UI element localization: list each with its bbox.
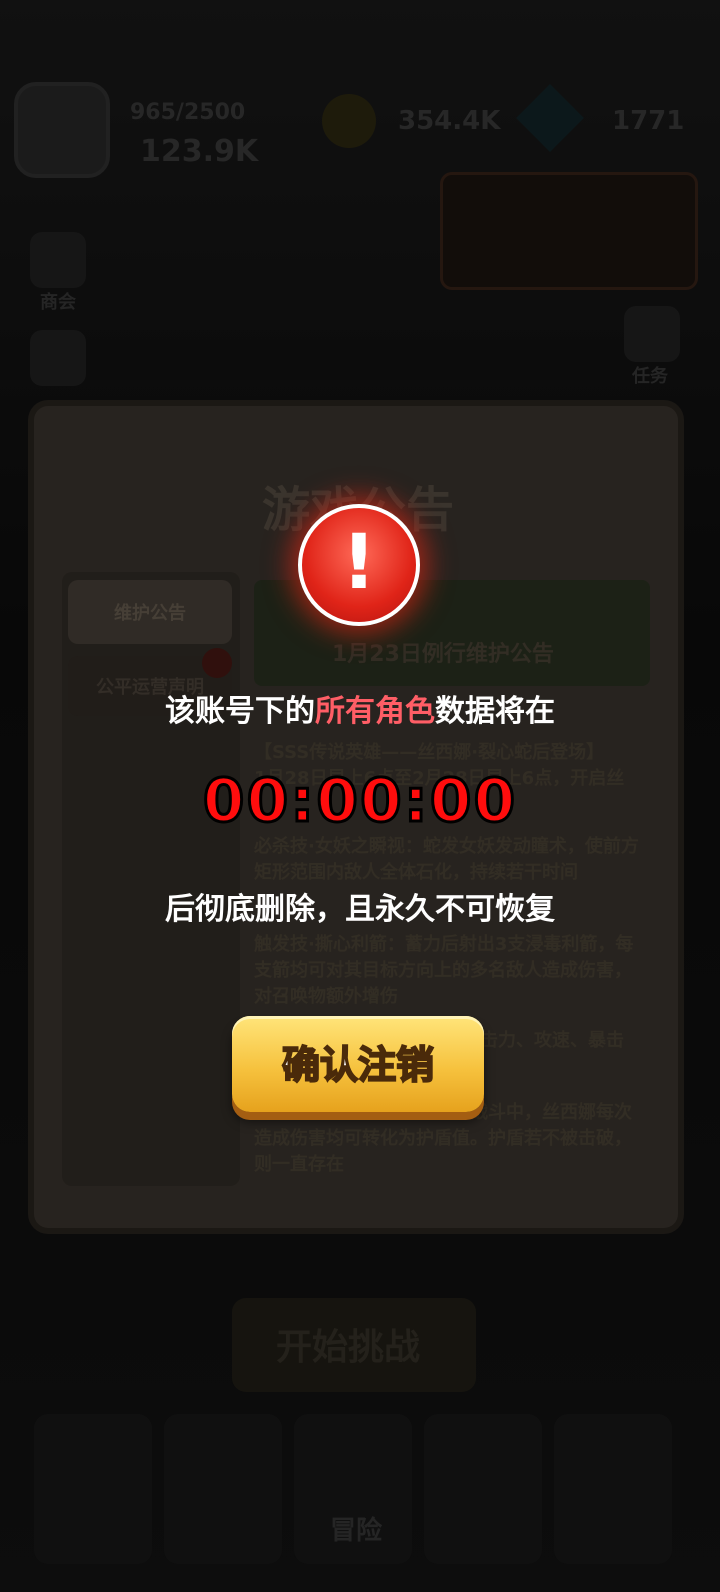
countdown-timer: 00:00:00 xyxy=(201,765,518,838)
warning-text: 数据将在 xyxy=(435,694,555,729)
confirm-cancel-account-button[interactable]: 确认注销 xyxy=(232,1016,484,1112)
warning-highlight: 所有角色 xyxy=(315,694,435,729)
warning-message-line-2: 后彻底删除，且永久不可恢复 xyxy=(165,892,555,927)
confirm-button-label: 确认注销 xyxy=(281,1042,435,1088)
alert-icon: ! xyxy=(298,504,420,626)
exclamation-icon: ! xyxy=(341,517,377,606)
warning-message-line-1: 该账号下的所有角色数据将在 xyxy=(0,686,720,730)
warning-text: 该账号下的 xyxy=(165,694,315,729)
